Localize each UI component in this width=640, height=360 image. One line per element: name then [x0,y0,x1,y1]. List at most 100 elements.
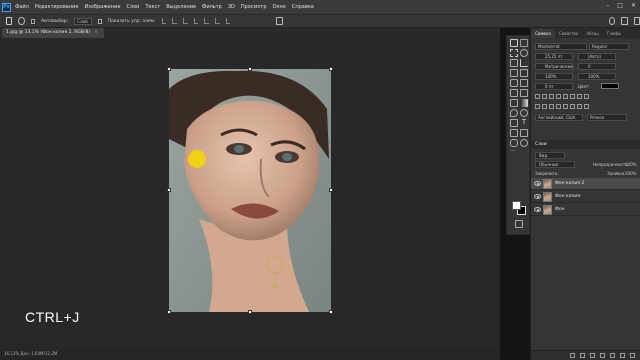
visibility-eye-icon[interactable] [534,207,541,212]
shape-tool-icon[interactable] [520,129,528,137]
add-mask-icon[interactable] [590,353,595,358]
tab-properties[interactable]: Свойства [555,29,583,38]
clone-stamp-icon[interactable] [510,89,518,97]
history-brush-icon[interactable] [520,89,528,97]
blur-tool-icon[interactable] [510,109,518,117]
document-image[interactable] [169,69,331,312]
layers-panel-title[interactable]: Слои [531,140,640,149]
fractions-icon[interactable] [584,104,589,109]
layer-row[interactable]: Фон [531,204,640,216]
pen-tool-icon[interactable] [510,119,518,127]
path-select-icon[interactable] [510,129,518,137]
underline-icon[interactable] [577,94,582,99]
crop-tool-icon[interactable] [520,59,528,67]
menu-layers[interactable]: Слои [126,4,139,10]
font-size-field[interactable]: 25,25 пт [535,53,573,60]
canvas-area[interactable]: CTRL+J [0,38,500,347]
antialias-field[interactable]: Резкое [587,114,627,121]
blend-mode-dropdown[interactable]: Обычные [535,161,575,168]
menu-text[interactable]: Текст [145,4,160,10]
faux-italic-icon[interactable] [542,94,547,99]
fill-value[interactable]: 100% [625,171,636,176]
lasso-tool-icon[interactable] [520,49,528,57]
gradient-tool-icon[interactable] [520,99,528,107]
delete-layer-icon[interactable] [630,353,635,358]
tab-paragraph[interactable]: Абзац [582,29,603,38]
foreground-color-swatch[interactable] [512,201,521,210]
maximize-icon[interactable]: □ [617,2,623,9]
share-icon[interactable] [633,17,640,25]
align-left-icon[interactable] [161,18,167,24]
leading-field[interactable]: (Авто) [578,53,616,60]
menu-select[interactable]: Выделение [166,4,196,10]
adjustment-layer-icon[interactable] [600,353,605,358]
menu-file[interactable]: Файл [15,4,29,10]
menu-edit[interactable]: Редактирование [35,4,79,10]
magic-wand-icon[interactable] [510,59,518,67]
more-tools-icon[interactable]: ··· [510,149,518,157]
autoselect-checkbox[interactable] [30,18,36,24]
layer-row[interactable]: Фон копия 2 [531,178,640,190]
baseline-field[interactable]: 0 пт [535,83,573,90]
new-group-icon[interactable] [610,353,615,358]
font-style-field[interactable]: Regular [589,43,629,50]
transform-handle-mr[interactable] [329,188,333,192]
menu-3d[interactable]: 3D [228,4,235,10]
menu-filter[interactable]: Фильтр [202,4,222,10]
frame-tool-icon[interactable] [510,69,518,77]
align-middle-icon[interactable] [204,18,209,24]
vertical-scale-field[interactable]: 100% [535,73,573,80]
transform-handle-bm[interactable] [248,310,252,314]
visibility-eye-icon[interactable] [534,194,541,199]
align-top-icon[interactable] [193,18,199,24]
layer-row[interactable]: Фон копия [531,191,640,203]
subscript-icon[interactable] [570,94,575,99]
swash-icon[interactable] [556,104,561,109]
titling-alternates-icon[interactable] [570,104,575,109]
tab-glyphs[interactable]: Глифы [603,29,625,38]
all-caps-icon[interactable] [549,94,554,99]
eyedropper-icon[interactable] [520,69,528,77]
ligatures-icon[interactable] [535,104,540,109]
hand-tool-icon[interactable] [510,139,518,147]
close-tab-icon[interactable]: × [94,30,98,35]
artboard-tool-icon[interactable] [520,39,528,47]
zoom-tool-icon[interactable] [520,139,528,147]
contextual-alternates-icon[interactable] [542,104,547,109]
photoshop-logo-icon[interactable]: Ps [2,2,11,12]
marquee-tool-icon[interactable] [510,49,518,57]
distribute-icon[interactable] [225,18,231,24]
superscript-icon[interactable] [563,94,568,99]
layer-style-icon[interactable] [580,353,585,358]
visibility-eye-icon[interactable] [534,181,541,186]
align-bottom-icon[interactable] [214,18,220,24]
language-field[interactable]: Английский: США [535,114,583,121]
brush-tool-icon[interactable] [520,79,528,87]
workspace-icon[interactable] [621,17,628,25]
tracking-field[interactable]: 0 [578,63,616,70]
healing-brush-icon[interactable] [510,79,518,87]
faux-bold-icon[interactable] [535,94,540,99]
strikethrough-icon[interactable] [584,94,589,99]
opacity-value[interactable]: 100% [625,162,636,167]
dodge-tool-icon[interactable] [520,109,528,117]
link-layers-icon[interactable] [570,353,575,358]
search-icon[interactable] [608,17,616,25]
menu-help[interactable]: Справка [292,4,314,10]
type-tool-icon[interactable]: T [520,119,528,127]
menu-view[interactable]: Просмотр [241,4,267,10]
document-tab[interactable]: 1.jpg @ 13,1% (Фон копия 2, RGB/8) × [2,28,104,38]
tab-character[interactable]: Символ [531,29,555,38]
transform-handle-bl[interactable] [167,310,171,314]
horizontal-scale-field[interactable]: 100% [578,73,616,80]
stylistic-alternates-icon[interactable] [563,104,568,109]
new-layer-icon[interactable] [620,353,625,358]
home-icon[interactable] [6,17,13,25]
quick-mask-icon[interactable] [515,220,523,228]
transform-handle-ml[interactable] [167,188,171,192]
text-color-swatch[interactable] [601,83,619,89]
transform-handle-tr[interactable] [329,67,333,71]
transform-handle-tm[interactable] [248,67,252,71]
ordinals-icon[interactable] [577,104,582,109]
discretionary-ligatures-icon[interactable] [549,104,554,109]
